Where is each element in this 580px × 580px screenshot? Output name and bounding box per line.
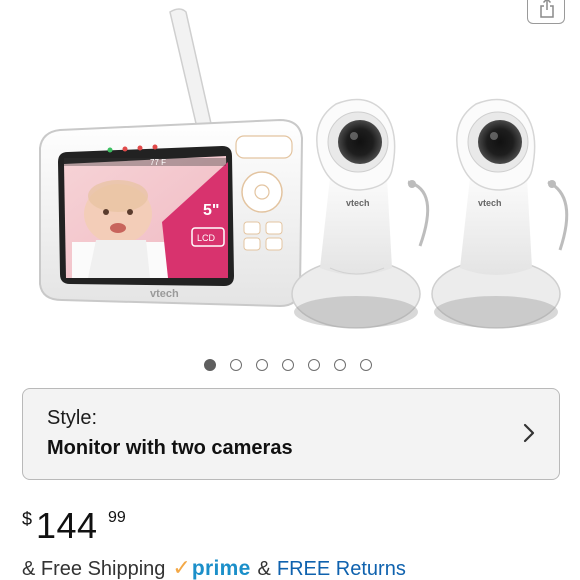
prime-check-icon: ✓ bbox=[172, 555, 191, 580]
style-selector[interactable]: Style: Monitor with two cameras bbox=[22, 388, 560, 480]
price-whole: 144 bbox=[36, 505, 98, 546]
style-value: Monitor with two cameras bbox=[47, 437, 293, 459]
pagination-dot[interactable] bbox=[282, 359, 294, 371]
shipping-amp: & bbox=[257, 558, 271, 580]
free-returns-link[interactable]: FREE Returns bbox=[277, 558, 406, 580]
lcd-size-label: 5" bbox=[203, 202, 219, 219]
pagination-dot[interactable] bbox=[308, 359, 320, 371]
pagination-dot[interactable] bbox=[334, 359, 346, 371]
pagination-dot[interactable] bbox=[360, 359, 372, 371]
price-fraction: 99 bbox=[108, 509, 126, 526]
lcd-label: LCD bbox=[197, 233, 216, 243]
image-pagination bbox=[204, 359, 372, 371]
monitor-unit: 77 F 5" LCD vtech bbox=[39, 118, 304, 308]
prime-word: prime bbox=[191, 557, 251, 580]
monitor-antenna bbox=[169, 8, 213, 133]
shipping-prefix: & Free Shipping bbox=[22, 558, 166, 580]
chevron-right-icon bbox=[523, 423, 535, 443]
pagination-dot[interactable] bbox=[204, 359, 216, 371]
product-image[interactable]: 77 F 5" LCD vtech vtech vtech bbox=[0, 0, 580, 350]
pagination-dot[interactable] bbox=[256, 359, 268, 371]
pagination-dot[interactable] bbox=[230, 359, 242, 371]
camera-unit-1: vtech bbox=[291, 98, 430, 329]
screen-status-text: 77 F bbox=[150, 158, 166, 167]
camera-unit-2: vtech bbox=[431, 98, 569, 329]
style-label: Style: bbox=[47, 407, 98, 429]
camera-2-brand: vtech bbox=[478, 198, 502, 208]
prime-badge: ✓ prime bbox=[172, 555, 250, 580]
camera-1-brand: vtech bbox=[346, 198, 370, 208]
shipping-info: & Free Shipping ✓ prime & FREE Returns bbox=[22, 555, 406, 580]
monitor-brand: vtech bbox=[150, 288, 179, 300]
price-currency: $ bbox=[22, 509, 33, 529]
